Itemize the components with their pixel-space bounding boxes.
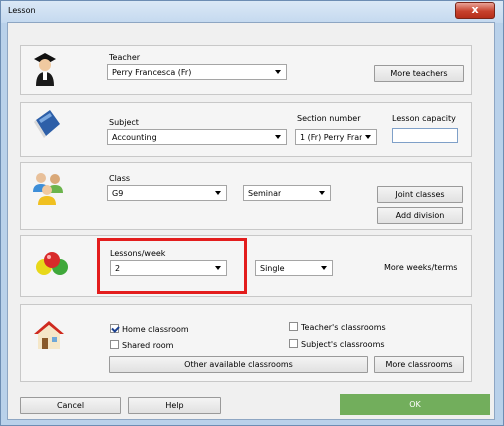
subject-label: Subject	[109, 118, 139, 127]
more-weeks-terms-link[interactable]: More weeks/terms	[384, 263, 457, 272]
other-classrooms-button[interactable]: Other available classrooms	[109, 356, 368, 373]
teacher-icon	[34, 53, 56, 86]
close-button[interactable]: x	[455, 2, 495, 19]
ok-button[interactable]: OK	[340, 394, 490, 415]
more-teachers-button[interactable]: More teachers	[374, 65, 464, 82]
subjects-classrooms-checkbox[interactable]	[289, 339, 298, 348]
section-number-value: 1 (Fr) Perry Franc	[300, 133, 362, 142]
help-button[interactable]: Help	[128, 397, 221, 414]
more-classrooms-button[interactable]: More classrooms	[374, 356, 464, 373]
shared-room-label: Shared room	[122, 341, 174, 350]
teachers-classrooms-checkbox[interactable]	[289, 322, 298, 331]
home-classroom-checkbox[interactable]	[110, 324, 119, 333]
cancel-button[interactable]: Cancel	[20, 397, 121, 414]
add-division-button[interactable]: Add division	[377, 207, 463, 224]
section-number-combo[interactable]: 1 (Fr) Perry Franc	[295, 129, 377, 145]
home-classroom-label: Home classroom	[122, 325, 189, 334]
chevron-down-icon	[275, 70, 281, 74]
title-bar: Lesson x	[1, 1, 503, 23]
house-icon	[34, 321, 64, 349]
highlight-box	[97, 238, 247, 294]
window-title: Lesson	[8, 6, 36, 15]
teacher-value: Perry Francesca (Fr)	[112, 68, 192, 77]
class-combo[interactable]: G9	[107, 185, 227, 201]
subjects-classrooms-label: Subject's classrooms	[301, 340, 385, 349]
class-label: Class	[109, 174, 131, 183]
chevron-down-icon	[215, 191, 221, 195]
shared-room-checkbox[interactable]	[110, 340, 119, 349]
joint-classes-button[interactable]: Joint classes	[377, 186, 463, 203]
teacher-label: Teacher	[109, 53, 141, 62]
students-icon	[33, 173, 63, 205]
subject-value: Accounting	[112, 133, 157, 142]
chevron-down-icon	[319, 191, 325, 195]
chevron-down-icon	[321, 266, 327, 270]
lesson-capacity-label: Lesson capacity	[392, 114, 456, 123]
class-type-combo[interactable]: Seminar	[243, 185, 331, 201]
subject-combo[interactable]: Accounting	[107, 129, 287, 145]
balls-icon	[36, 252, 68, 275]
chevron-down-icon	[365, 135, 371, 139]
lesson-length-combo[interactable]: Single	[255, 260, 333, 276]
teachers-classrooms-label: Teacher's classrooms	[301, 323, 386, 332]
class-value: G9	[112, 189, 124, 198]
teacher-combo[interactable]: Perry Francesca (Fr)	[107, 64, 287, 80]
chevron-down-icon	[275, 135, 281, 139]
lesson-capacity-input[interactable]	[392, 128, 458, 143]
lesson-length-value: Single	[260, 264, 285, 273]
book-icon	[34, 110, 60, 138]
section-number-label: Section number	[297, 114, 361, 123]
class-type-value: Seminar	[248, 189, 282, 198]
